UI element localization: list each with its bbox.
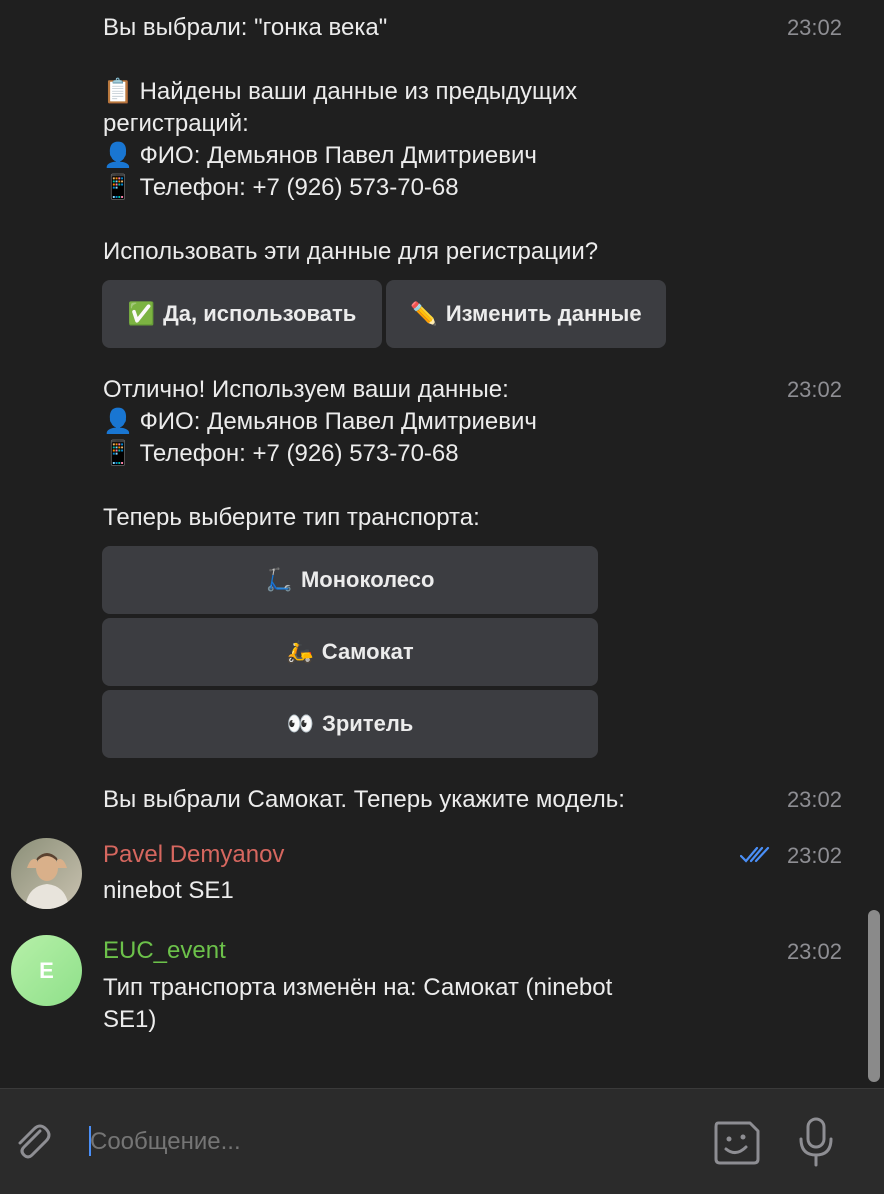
phone-icon: 📱: [103, 174, 133, 201]
sender-name[interactable]: EUC_event: [103, 937, 226, 965]
chat-history: Вы выбрали: "гонка века" 23:02 📋 Найдены…: [0, 0, 884, 1088]
eyes-icon: 👀: [286, 711, 315, 736]
button-label: Да, использовать: [163, 301, 357, 326]
motor-scooter-icon: 🛵: [286, 639, 314, 664]
transport-option-monowheel-button[interactable]: 🛴 Моноколесо: [102, 546, 598, 614]
edit-data-button[interactable]: ✏️ Изменить данные: [386, 280, 666, 348]
clipboard-icon: 📋: [103, 78, 133, 105]
transport-option-scooter-button[interactable]: 🛵 Самокат: [102, 618, 598, 686]
double-check-icon: [740, 846, 770, 863]
button-label: Моноколесо: [300, 567, 435, 592]
message-text: Вы выбрали Самокат. Теперь укажите модел…: [103, 786, 625, 813]
message-text: Использовать эти данные для регистрации?: [103, 238, 599, 265]
message-text: 👤 ФИО: Демьянов Павел Дмитриевич: [103, 142, 537, 169]
button-label: Самокат: [321, 639, 414, 664]
message-time: 23:02: [786, 787, 842, 812]
pencil-icon: ✏️: [410, 301, 438, 326]
message-text: Тип транспорта изменён на: Самокат (nine…: [103, 974, 613, 1001]
message-time: 23:02: [786, 939, 842, 964]
kick-scooter-icon: 🛴: [265, 567, 293, 592]
button-label: Зритель: [322, 711, 414, 736]
transport-option-spectator-button[interactable]: 👀 Зритель: [102, 690, 598, 758]
message-text: 👤 ФИО: Демьянов Павел Дмитриевич: [103, 408, 537, 435]
phone-icon: 📱: [103, 440, 133, 467]
message-time: 23:02: [786, 377, 842, 402]
use-data-button[interactable]: ✅ Да, использовать: [102, 280, 382, 348]
avatar[interactable]: [11, 838, 82, 909]
microphone-icon[interactable]: [796, 1115, 836, 1169]
person-icon: 👤: [103, 142, 133, 169]
message-text: Отлично! Используем ваши данные:: [103, 376, 509, 403]
scrollbar[interactable]: [868, 910, 880, 1082]
message-time: 23:02: [786, 843, 842, 868]
message-composer: [0, 1088, 884, 1194]
paperclip-icon[interactable]: [10, 1119, 54, 1163]
button-label: Изменить данные: [445, 301, 642, 326]
message-text: SE1): [103, 1006, 157, 1033]
check-icon: ✅: [127, 301, 156, 326]
message-text: регистраций:: [103, 110, 249, 137]
message-text: 📱 Телефон: +7 (926) 573-70-68: [103, 440, 459, 467]
message-time: 23:02: [786, 15, 842, 40]
avatar[interactable]: E: [11, 935, 82, 1006]
sticker-icon[interactable]: [710, 1117, 764, 1167]
user-photo-icon: [11, 838, 82, 909]
message-text: 📋 Найдены ваши данные из предыдущих: [103, 78, 578, 105]
message-text: Теперь выберите тип транспорта:: [103, 504, 480, 531]
sender-name[interactable]: Pavel Demyanov: [103, 841, 284, 869]
avatar-letter: E: [39, 957, 54, 983]
message-text: Вы выбрали: "гонка века": [103, 14, 388, 41]
person-icon: 👤: [103, 408, 133, 435]
message-text: ninebot SE1: [103, 877, 234, 904]
message-text: 📱 Телефон: +7 (926) 573-70-68: [103, 174, 459, 201]
message-input[interactable]: [90, 1125, 670, 1159]
